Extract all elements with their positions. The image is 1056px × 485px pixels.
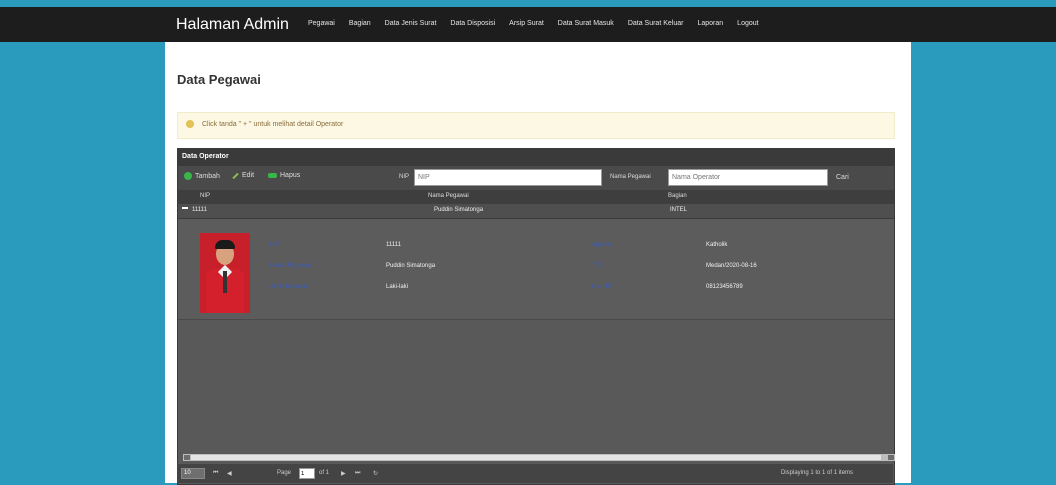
detail-ttl-label: TTL	[592, 263, 603, 269]
page-label: Page	[277, 470, 292, 476]
hapus-label: Hapus	[280, 172, 301, 179]
lightbulb-icon	[186, 120, 194, 128]
pagination-bar: 10 ⏮ ◀ Page of 1 ▶ ⏭ ↻ Displaying 1 to 1…	[177, 464, 893, 483]
nama-filter-label: Nama Pegawai	[610, 174, 651, 180]
hapus-button[interactable]: Hapus	[268, 172, 300, 179]
detail-nama-value: Puddin Simatonga	[386, 263, 436, 269]
delete-icon	[268, 173, 277, 178]
tambah-button[interactable]: Tambah	[184, 172, 220, 180]
detail-agama-label: Agama	[592, 242, 612, 248]
nama-search-input[interactable]	[668, 169, 828, 186]
nav-item-laporan[interactable]: Laporan	[697, 20, 723, 27]
scrollbar-thumb[interactable]	[191, 455, 881, 460]
cari-button[interactable]: Cari	[836, 174, 849, 181]
nav-item-bagian[interactable]: Bagian	[349, 20, 371, 27]
displaying-info: Displaying 1 to 1 of 1 items	[781, 470, 854, 476]
collapse-minus-icon[interactable]	[182, 207, 188, 209]
horizontal-scrollbar[interactable]	[183, 454, 895, 461]
table-header: NIP Nama Pegawai Bagian	[178, 190, 894, 204]
alert-text: Click tanda " + " untuk melihat detail O…	[202, 121, 344, 128]
page-number-input[interactable]	[299, 468, 315, 479]
detail-jk-value: Laki-laki	[386, 284, 409, 290]
row-bagian: INTEL	[670, 207, 688, 213]
row-nama: Puddin Simatonga	[434, 207, 484, 213]
scroll-right-icon[interactable]	[888, 455, 894, 460]
page-size-select[interactable]: 10	[181, 468, 205, 479]
first-page-icon[interactable]: ⏮	[213, 470, 218, 477]
refresh-icon[interactable]: ↻	[373, 470, 378, 477]
nip-search-input[interactable]	[414, 169, 602, 186]
prev-page-icon[interactable]: ◀	[227, 470, 232, 477]
table-row[interactable]: 11111 Puddin Simatonga INTEL	[178, 204, 894, 219]
edit-button[interactable]: Edit	[232, 172, 254, 179]
scroll-left-icon[interactable]	[184, 455, 190, 460]
detail-ttl-value: Medan/2020-08-16	[706, 263, 757, 269]
nav-menu: Pegawai Bagian Data Jenis Surat Data Dis…	[308, 20, 773, 27]
brand-title[interactable]: Halaman Admin	[176, 16, 289, 34]
grid-header: Data Operator	[178, 149, 894, 166]
nav-item-arsip-surat[interactable]: Arsip Surat	[509, 20, 544, 27]
nip-filter-label: NIP	[399, 174, 410, 180]
add-icon	[184, 172, 192, 180]
nav-item-pegawai[interactable]: Pegawai	[308, 20, 335, 27]
last-page-icon[interactable]: ⏭	[355, 470, 360, 477]
detail-nip-value: 11111	[386, 242, 401, 248]
nav-item-data-disposisi[interactable]: Data Disposisi	[450, 20, 495, 27]
top-navbar: Halaman Admin Pegawai Bagian Data Jenis …	[0, 7, 1056, 42]
pencil-icon	[232, 172, 239, 179]
nav-item-data-surat-keluar[interactable]: Data Surat Keluar	[628, 20, 684, 27]
detail-hp-label: No. HP	[592, 284, 612, 290]
column-header-nama[interactable]: Nama Pegawai	[428, 193, 469, 199]
data-grid: Data Operator Tambah Edit Hapus NIP Nama…	[177, 148, 895, 485]
nav-item-data-jenis-surat[interactable]: Data Jenis Surat	[385, 20, 437, 27]
row-detail-panel: NIP 11111 Nama Pegawai Puddin Simatonga …	[178, 219, 894, 320]
detail-agama-value: Katholik	[706, 242, 728, 248]
column-header-nip[interactable]: NIP	[200, 193, 210, 199]
next-page-icon[interactable]: ▶	[341, 470, 346, 477]
grid-title: Data Operator	[182, 153, 229, 160]
row-nip: 11111	[192, 207, 207, 213]
edit-label: Edit	[242, 172, 255, 179]
column-header-bagian[interactable]: Bagian	[668, 193, 687, 199]
grid-toolbar: Tambah Edit Hapus NIP Nama Pegawai Cari	[178, 166, 894, 191]
detail-hp-value: 08123456789	[706, 284, 743, 290]
page-of-label: of 1	[319, 470, 330, 476]
tambah-label: Tambah	[195, 172, 220, 180]
detail-nama-label: Nama Pegawai	[270, 263, 311, 269]
employee-photo	[200, 233, 250, 313]
detail-nip-label: NIP	[270, 242, 281, 248]
nav-item-data-surat-masuk[interactable]: Data Surat Masuk	[558, 20, 614, 27]
info-alert: Click tanda " + " untuk melihat detail O…	[177, 112, 895, 139]
page-title: Data Pegawai	[177, 72, 261, 87]
main-container: Data Pegawai Click tanda " + " untuk mel…	[165, 42, 911, 485]
detail-jk-label: Jenis Kelamin	[270, 284, 308, 290]
nav-item-logout[interactable]: Logout	[737, 20, 758, 27]
